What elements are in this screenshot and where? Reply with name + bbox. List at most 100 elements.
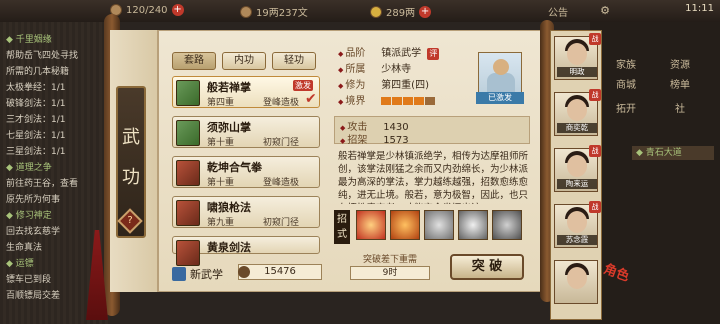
move-slot-4-icon[interactable] <box>458 210 488 240</box>
quest-line: 太极拳经：1/1 <box>6 83 66 93</box>
sect-row: 所属 少林寺 <box>338 60 411 75</box>
points-icon <box>238 266 250 278</box>
realm-bar-segment <box>403 97 414 105</box>
move-slot-1-icon[interactable] <box>356 210 386 240</box>
menu-shop[interactable]: 商城 <box>606 76 646 91</box>
battle-badge: 战 <box>589 33 601 45</box>
quest-line[interactable]: ◆ 修习神定 <box>6 208 52 221</box>
rank-value: 镇派武学 <box>381 48 422 59</box>
realm-row: 境界 <box>338 92 436 107</box>
menu-expand[interactable]: 拓开 <box>606 100 646 115</box>
party-member[interactable]: 陶来运 战 <box>554 145 601 192</box>
monk-head <box>493 59 509 75</box>
clock: 11:11 <box>685 3 714 14</box>
menu-resource[interactable]: 资源 <box>660 56 700 71</box>
party-member[interactable]: 明政 战 <box>554 33 601 80</box>
move-slot-5-icon[interactable] <box>492 210 522 240</box>
parry-value: 1573 <box>383 135 409 146</box>
notice-label: 公告 <box>548 8 568 19</box>
stamina-display: 120/240 + <box>110 4 184 16</box>
quest-line: 原先所为何事 <box>6 195 61 205</box>
character-face <box>567 43 587 65</box>
skill-item[interactable]: 黄泉剑法 <box>172 236 320 266</box>
silver-value: 19两237文 <box>256 8 308 19</box>
realm-bar <box>381 96 436 107</box>
skill-level: 初窥门径 <box>263 138 300 148</box>
skill-item[interactable]: 乾坤合气拳 第十重 登峰造极 <box>172 156 320 188</box>
skill-name: 须弥山掌 <box>207 121 251 134</box>
tab-internal[interactable]: 内功 <box>222 52 266 70</box>
quest-line[interactable]: ◆ 道理之争 <box>6 160 52 173</box>
sect-value: 少林寺 <box>381 64 412 75</box>
skill-item[interactable]: 须弥山掌 第十重 初窥门径 <box>172 116 320 148</box>
skill-name: 啸狼枪法 <box>207 201 251 214</box>
quest-line: 生命真法 <box>6 243 43 253</box>
quest-line: 三才剑法：1/1 <box>6 115 66 125</box>
party-member[interactable]: 苏念霞 战 <box>554 201 601 248</box>
battle-badge: 战 <box>589 145 601 157</box>
battle-badge: 战 <box>589 89 601 101</box>
realm-bar-segment <box>392 97 403 105</box>
menu-ranking[interactable]: 榜单 <box>660 76 700 91</box>
help-icon: ? <box>127 215 133 226</box>
quest-line: 镖车已到段 <box>6 275 52 285</box>
breakthrough-button[interactable]: 突 破 <box>450 254 524 280</box>
tab-lightness[interactable]: 轻功 <box>272 52 316 70</box>
stamina-value: 120/240 <box>126 4 168 16</box>
quest-line: 帮助岳飞四处寻找 <box>6 51 79 61</box>
quest-line: 所需的几本秘籍 <box>6 67 70 77</box>
character-name: 明政 <box>557 67 597 77</box>
party-member[interactable] <box>554 260 598 304</box>
new-skill-label: 新武学 <box>190 268 223 281</box>
party-member[interactable]: 商奕乾 战 <box>554 89 601 136</box>
character-face <box>567 155 587 177</box>
realm-bar-segment <box>414 97 425 105</box>
quest-line[interactable]: ◆ 千里姻缘 <box>6 32 52 45</box>
breakthrough-condition-label: 突破差下重需 <box>362 255 417 265</box>
skill-book-icon <box>176 160 200 186</box>
menu-family[interactable]: 家族 <box>606 56 646 71</box>
notice-button[interactable]: 公告 <box>548 4 568 19</box>
parry-row: 招架 1573 <box>340 131 409 146</box>
skill-book-icon <box>176 80 200 106</box>
gold-display: 289两 + <box>370 4 432 19</box>
realm-bar-segment <box>425 97 436 105</box>
tab-routine[interactable]: 套路 <box>172 52 216 70</box>
move-slot-2-icon[interactable] <box>390 210 420 240</box>
quest-line: 破锋剑法：1/1 <box>6 99 66 109</box>
skill-item[interactable]: 般若禅掌 第四重 登峰造极 激发 ✔ <box>172 76 320 108</box>
character-face <box>567 267 587 289</box>
panel-title-text: 武功 <box>122 127 140 188</box>
skill-tier: 第九重 <box>207 218 235 228</box>
gold-icon <box>370 5 382 18</box>
character-name: 苏念霞 <box>557 235 597 245</box>
gold-value: 289两 <box>386 8 416 19</box>
skill-points-value: 15476 <box>264 266 296 277</box>
settings-icon[interactable]: ⚙ <box>600 4 610 17</box>
quest-line: 三星剑法：1/1 <box>6 147 66 157</box>
new-skill-button[interactable]: 新武学 <box>172 266 223 282</box>
realm-bar-segment <box>381 97 392 105</box>
silver-icon <box>240 5 252 18</box>
skill-item[interactable]: 啸狼枪法第九重 初窥门径 <box>172 196 320 228</box>
skill-level: 初窥门径 <box>263 218 300 228</box>
quest-line[interactable]: ◆ 运镖 <box>6 256 34 269</box>
move-slot-3-icon[interactable] <box>424 210 454 240</box>
activated-badge: 激发 <box>293 80 313 91</box>
cultivation-key: 修为 <box>338 76 378 91</box>
rank-row: 品阶 镇派武学 评 <box>338 44 440 60</box>
rank-badge[interactable]: 评 <box>427 48 440 60</box>
realm-key: 境界 <box>338 92 378 107</box>
skill-book-icon <box>176 200 200 226</box>
add-stamina-button[interactable]: + <box>171 4 184 16</box>
quest-line: 七星剑法：1/1 <box>6 131 66 141</box>
skill-level: 登峰造极 <box>263 178 300 188</box>
skill-tier: 第四重 <box>207 98 235 108</box>
location-quest-tab[interactable]: ◆ 青石大道 <box>632 146 714 160</box>
add-gold-button[interactable]: + <box>419 5 432 18</box>
menu-social[interactable]: 社 <box>660 100 700 115</box>
skill-name: 乾坤合气拳 <box>207 161 262 174</box>
activated-label: 已激发 <box>476 92 524 104</box>
quest-line: 前往药王谷，查看 <box>6 179 79 189</box>
skill-description: 般若禅掌是少林镇派绝学，相传为达摩祖师所创，该掌法刚猛之余而又内劲绵长，为少林派… <box>338 151 528 204</box>
